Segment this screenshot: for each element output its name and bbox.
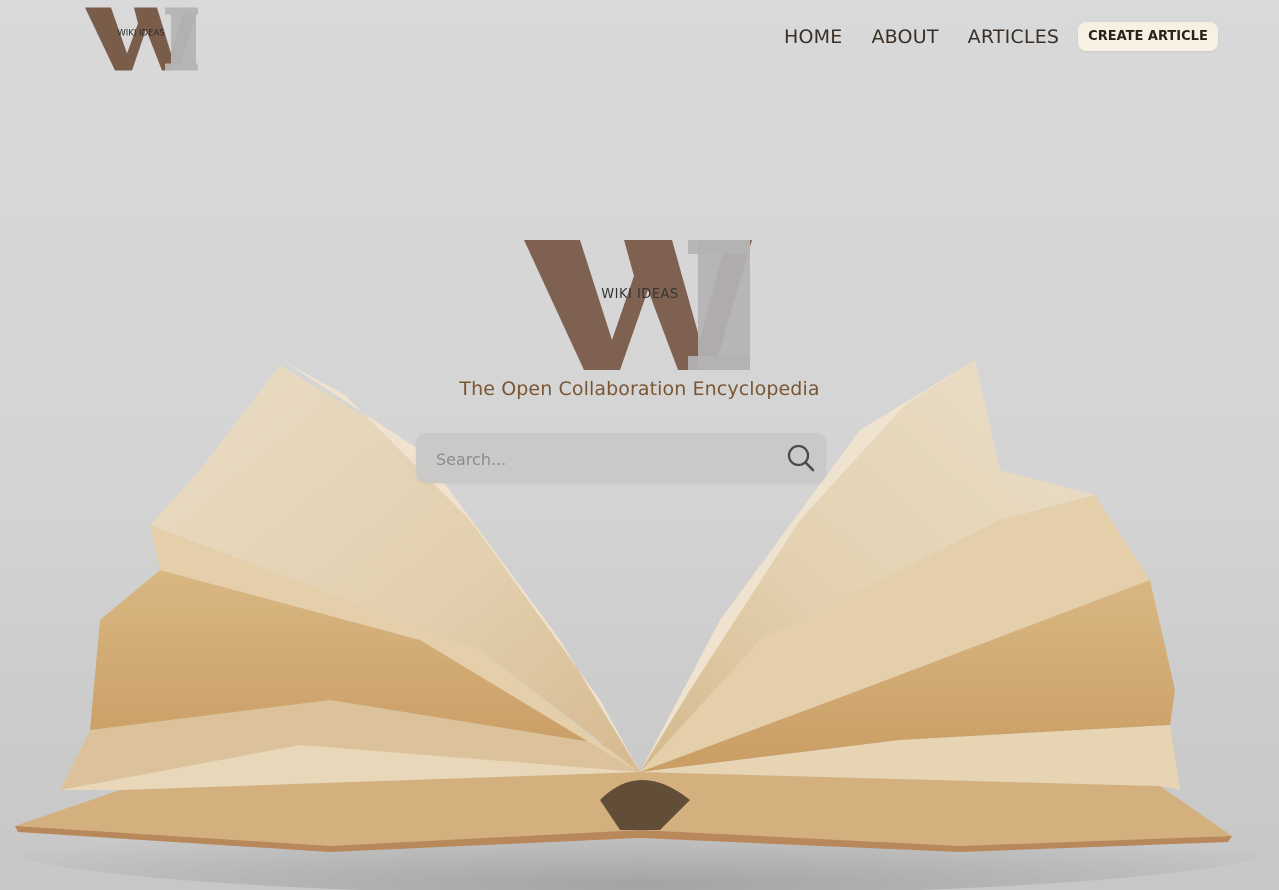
hero-logo-text: WIKI IDEAS	[601, 287, 678, 302]
hero-logo: WIKI IDEAS	[524, 240, 752, 370]
search-bar	[416, 433, 826, 483]
create-article-button[interactable]: CREATE ARTICLE	[1078, 22, 1218, 51]
search-input[interactable]	[434, 443, 768, 475]
logo-text: WIKI IDEAS	[117, 29, 164, 39]
nav-articles[interactable]: ARTICLES	[968, 23, 1060, 51]
nav-about[interactable]: ABOUT	[871, 23, 938, 51]
search-icon[interactable]	[786, 443, 816, 473]
nav-home[interactable]: HOME	[784, 23, 842, 51]
site-logo[interactable]: WIKI IDEAS	[82, 2, 200, 74]
main-nav: HOME ABOUT ARTICLES CREATE ARTICLE	[775, 22, 1218, 51]
hero-tagline: The Open Collaboration Encyclopedia	[459, 378, 820, 400]
site-header: WIKI IDEAS HOME ABOUT ARTICLES CREATE AR…	[0, 0, 1279, 75]
